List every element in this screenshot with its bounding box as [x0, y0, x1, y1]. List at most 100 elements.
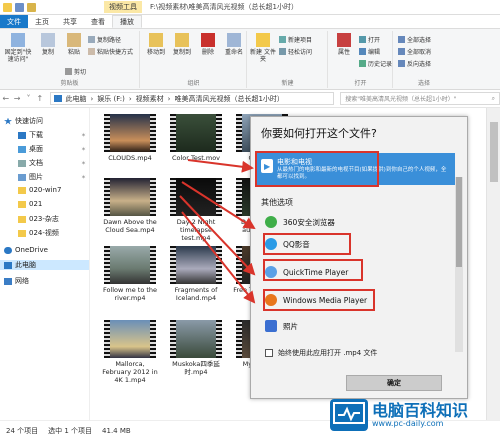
open-icon	[359, 36, 366, 43]
title-bar: 视频工具 F:\视频素材\唯美高清风光视频（总长超1小时）	[0, 0, 500, 15]
nav-item-desktop[interactable]: 桌面 ✶	[18, 144, 86, 154]
computer-icon	[53, 95, 62, 102]
paste-shortcut-button[interactable]: 粘贴快捷方式	[88, 47, 133, 56]
recent-dropdown-icon[interactable]: ˅	[23, 94, 34, 103]
item-count: 24 个项目	[6, 427, 39, 435]
clipboard-label: 剪贴板	[60, 80, 79, 87]
search-input[interactable]: 搜索"唯美高清风光视频（总长超1小时）" ⌕	[340, 92, 500, 105]
nav-item-folder[interactable]: 023-杂志	[18, 214, 59, 224]
video-thumbnail	[104, 114, 156, 152]
breadcrumb[interactable]: 此电脑 › 娱乐 (F:) › 视频素材 › 唯美高清风光视频（总长超1小时）	[49, 92, 335, 105]
clipboard-group: 固定到"快速访问" 复制 粘贴 复制路径 粘贴快捷方式 剪切 剪贴板	[0, 31, 140, 88]
nav-item-downloads[interactable]: 下载 ✶	[18, 130, 86, 140]
file-tile[interactable]: Mallorca, February 2012 in 4K 1.mp4	[100, 320, 160, 384]
pin-icon: ✶	[80, 131, 86, 139]
file-tile[interactable]: Color Test.mov	[166, 114, 226, 162]
file-tile[interactable]: Dawn Above the Cloud Sea.mp4	[100, 178, 160, 234]
pin-quick-access-button[interactable]: 固定到"快速访问"	[3, 33, 33, 63]
file-tile[interactable]: Fragments of Iceland.mp4	[166, 246, 226, 302]
tab-share[interactable]: 共享	[56, 15, 84, 28]
nav-item-folder[interactable]: 020-win7	[18, 186, 61, 194]
edit-button[interactable]: 编辑	[359, 47, 380, 56]
rename-button[interactable]: 重命名	[221, 33, 247, 56]
window-title: F:\视频素材\唯美高清风光视频（总长超1小时）	[150, 3, 299, 11]
file-tile[interactable]: CLOUDS.mp4	[100, 114, 160, 162]
pin-icon	[11, 33, 25, 47]
copy-button[interactable]: 复制	[35, 33, 61, 56]
highlight-box	[263, 289, 375, 311]
rename-icon	[227, 33, 241, 47]
tab-file[interactable]: 文件	[0, 15, 28, 28]
nav-item-folder[interactable]: 024-视频	[18, 228, 59, 238]
nav-item-network[interactable]: 网络	[4, 276, 29, 286]
copy-to-button[interactable]: 复制到	[169, 33, 195, 56]
paste-shortcut-icon	[88, 48, 95, 55]
document-icon	[18, 159, 26, 167]
video-thumbnail	[170, 320, 222, 358]
select-all-button[interactable]: 全部选择	[398, 35, 431, 44]
nav-item-documents[interactable]: 文档 ✶	[18, 158, 86, 168]
nav-item-quick-access[interactable]: 快速访问	[4, 116, 86, 126]
file-tile[interactable]: Follow me to the river.mp4	[100, 246, 160, 302]
delete-icon	[201, 33, 215, 47]
new-folder-button[interactable]: 新建 文件夹	[250, 33, 276, 63]
select-label: 选择	[417, 80, 430, 87]
up-icon[interactable]: ↑	[34, 94, 45, 103]
open-with-dialog: 你要如何打开这个文件? ▶ 电影和电视 从最热门的电影和最新的电视节目(如果提供…	[250, 116, 468, 399]
new-item-button[interactable]: 新建项目	[279, 35, 312, 44]
new-label: 新建	[281, 80, 294, 87]
breadcrumb-item[interactable]: 此电脑	[66, 94, 87, 104]
cut-button[interactable]: 剪切	[65, 67, 86, 76]
undo-icon[interactable]	[27, 2, 36, 12]
always-use-checkbox-row[interactable]: 始终使用此应用打开 .mp4 文件	[265, 348, 377, 358]
tab-play[interactable]: 播放	[112, 15, 142, 28]
breadcrumb-item[interactable]: 唯美高清风光视频（总长超1小时）	[174, 94, 283, 104]
file-name: Dawn Above the Cloud Sea.mp4	[103, 218, 157, 234]
select-group: 全部选择 全部取消 反向选择 选择	[394, 31, 454, 88]
tab-view[interactable]: 查看	[84, 15, 112, 28]
organize-group: 移动到 复制到 删除 重命名 组织	[141, 31, 247, 88]
app-option-photos[interactable]: 照片	[265, 317, 445, 335]
star-icon	[4, 117, 12, 125]
ribbon-tabs: 文件 主页 共享 查看 播放	[0, 15, 500, 29]
forward-icon[interactable]: →	[11, 94, 22, 103]
tab-home[interactable]: 主页	[28, 15, 56, 28]
copy-path-button[interactable]: 复制路径	[88, 35, 121, 44]
history-button[interactable]: 历史记录	[359, 59, 392, 68]
easy-access-button[interactable]: 轻松访问	[279, 47, 312, 56]
ok-button[interactable]: 确定	[346, 375, 442, 391]
always-use-label: 始终使用此应用打开 .mp4 文件	[278, 349, 378, 357]
invert-selection-button[interactable]: 反向选择	[398, 59, 431, 68]
nav-item-folder[interactable]: 021	[18, 200, 42, 208]
always-use-checkbox[interactable]	[265, 349, 273, 357]
scrollbar-thumb[interactable]	[456, 177, 462, 267]
breadcrumb-item[interactable]: 视频素材	[136, 94, 164, 104]
folder-icon[interactable]	[3, 2, 12, 12]
video-thumbnail	[170, 114, 222, 152]
nav-item-onedrive[interactable]: OneDrive	[4, 246, 48, 254]
dialog-title: 你要如何打开这个文件?	[261, 127, 377, 140]
video-thumbnail	[104, 178, 156, 216]
file-tile[interactable]: Day 2 Night timelapse test.mp4	[166, 178, 226, 242]
paste-button[interactable]: 粘贴	[61, 33, 87, 56]
properties-button[interactable]: 属性	[331, 33, 357, 56]
file-tile[interactable]: Muskoka四季延时.mp4	[166, 320, 226, 376]
download-icon	[18, 131, 26, 139]
back-icon[interactable]: ←	[0, 94, 11, 103]
dialog-scrollbar[interactable]	[455, 177, 463, 352]
watermark-url: www.pc-daily.com	[372, 419, 444, 428]
nav-item-pictures[interactable]: 图片 ✶	[18, 172, 86, 182]
select-none-button[interactable]: 全部取消	[398, 47, 431, 56]
move-to-icon	[149, 33, 163, 47]
copy-to-icon	[175, 33, 189, 47]
open-button[interactable]: 打开	[359, 35, 380, 44]
app-option-360-browser[interactable]: 360安全浏览器	[265, 213, 445, 231]
nav-item-this-pc[interactable]: 此电脑	[0, 260, 89, 270]
breadcrumb-item[interactable]: 娱乐 (F:)	[97, 94, 125, 104]
delete-button[interactable]: 删除	[195, 33, 221, 56]
scrollbar-thumb[interactable]	[490, 122, 498, 182]
file-list-scrollbar[interactable]	[486, 108, 500, 420]
app-name: 照片	[283, 321, 298, 331]
move-to-button[interactable]: 移动到	[143, 33, 169, 56]
save-icon[interactable]	[15, 2, 24, 12]
